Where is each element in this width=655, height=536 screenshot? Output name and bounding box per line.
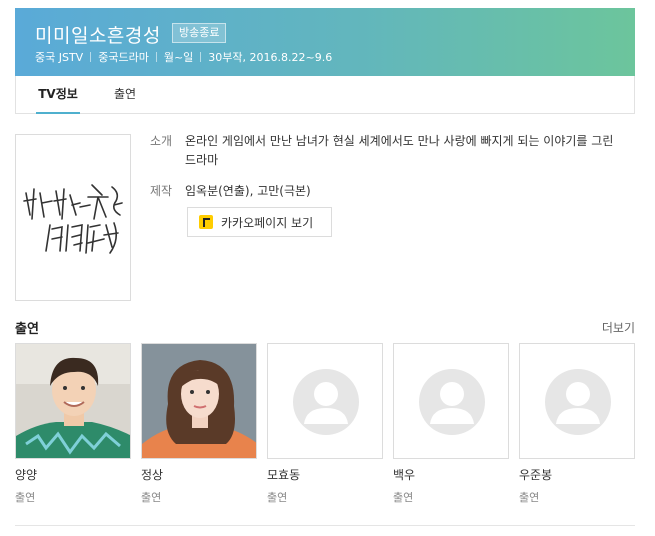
default-profile-icon	[293, 369, 359, 435]
cast-role: 출연	[141, 491, 162, 504]
cast-card[interactable]: 정상 출연	[141, 343, 257, 505]
status-badge: 방송종료	[172, 23, 227, 43]
episodes-dates: 30부작, 2016.8.22~9.6	[208, 51, 333, 64]
cast-role: 출연	[393, 491, 414, 504]
actor-photo	[16, 344, 130, 458]
meta-divider	[90, 52, 92, 62]
cast-role: 출연	[15, 491, 36, 504]
cast-name[interactable]: 양양	[15, 466, 131, 483]
cast-photo[interactable]	[267, 343, 383, 459]
meta-divider	[200, 52, 202, 62]
cast-role: 출연	[519, 491, 540, 504]
cast-photo[interactable]	[15, 343, 131, 459]
cast-photo[interactable]	[519, 343, 635, 459]
air-days: 월~일	[163, 51, 194, 64]
synopsis-text: 온라인 게임에서 만난 남녀가 현실 세계에서도 만나 사랑에 빠지게 되는 이…	[185, 134, 614, 167]
tab-tv-info[interactable]: TV정보	[36, 76, 80, 114]
cast-role: 출연	[267, 491, 288, 504]
cast-card[interactable]: 양양 출연	[15, 343, 131, 505]
calligraphy-logo	[16, 135, 130, 300]
cast-name[interactable]: 우준봉	[519, 466, 635, 483]
cast-photo[interactable]	[141, 343, 257, 459]
section-divider	[15, 525, 635, 526]
cast-photo[interactable]	[393, 343, 509, 459]
cast-card[interactable]: 백우 출연	[393, 343, 509, 505]
default-profile-icon	[545, 369, 611, 435]
tab-bar: TV정보 출연	[15, 76, 635, 114]
cast-card[interactable]: 모효동 출연	[267, 343, 383, 505]
kakao-page-button-label: 카카오페이지 보기	[221, 215, 314, 230]
broadcaster: 중국 JSTV	[35, 51, 84, 64]
credits-label: 제작	[150, 184, 173, 198]
synopsis-label: 소개	[150, 134, 173, 148]
more-link[interactable]: 더보기	[602, 319, 635, 336]
credits-text: 임옥분(연출), 고만(극본)	[185, 184, 311, 198]
program-meta: 중국 JSTV 중국드라마 월~일 30부작, 2016.8.22~9.6	[35, 49, 332, 65]
synopsis-row: 소개 온라인 게임에서 만난 남녀가 현실 세계에서도 만나 사랑에 빠지게 되…	[150, 132, 620, 170]
cast-name[interactable]: 모효동	[267, 466, 383, 483]
credits-row: 제작 임옥분(연출), 고만(극본)	[150, 182, 620, 201]
cast-name[interactable]: 백우	[393, 466, 509, 483]
cast-section-title: 출연	[15, 322, 39, 337]
program-header: 미미일소흔경성 방송종료 중국 JSTV 중국드라마 월~일 30부작, 2016.8…	[15, 8, 635, 76]
program-title: 미미일소흔경성	[35, 25, 161, 47]
meta-divider	[155, 52, 157, 62]
poster-image[interactable]	[15, 134, 131, 301]
tab-cast[interactable]: 출연	[112, 76, 138, 113]
actress-photo	[142, 344, 256, 458]
default-profile-icon	[419, 369, 485, 435]
kakao-page-icon	[199, 215, 213, 229]
kakao-page-button[interactable]: 카카오페이지 보기	[187, 207, 332, 237]
cast-name[interactable]: 정상	[141, 466, 257, 483]
program-info: 소개 온라인 게임에서 만난 남녀가 현실 세계에서도 만나 사랑에 빠지게 되…	[150, 132, 620, 201]
genre: 중국드라마	[98, 51, 149, 64]
cast-card[interactable]: 우준봉 출연	[519, 343, 635, 505]
